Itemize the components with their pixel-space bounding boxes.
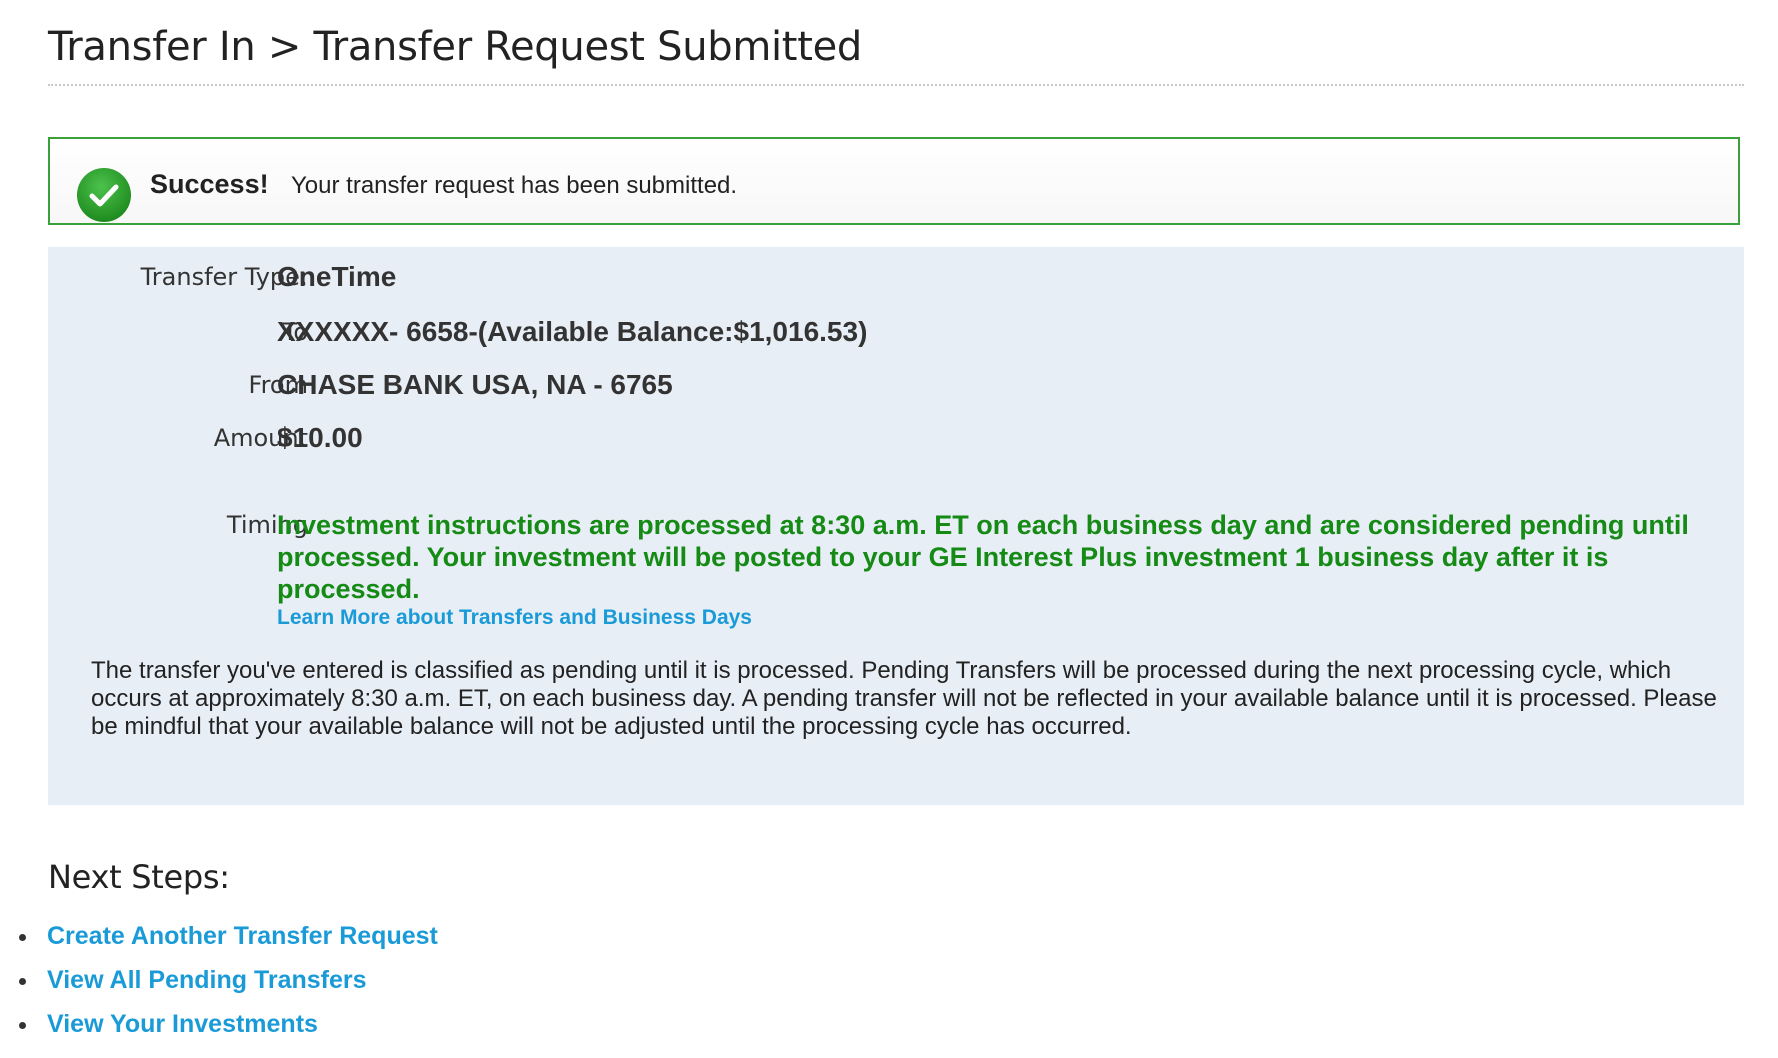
- title-divider: [48, 84, 1744, 86]
- create-transfer-link[interactable]: Create Another Transfer Request: [47, 922, 438, 951]
- from-account-value: CHASE BANK USA, NA - 6765: [277, 369, 673, 400]
- timing-value: Investment instructions are processed at…: [277, 510, 1689, 604]
- page-title: Transfer In > Transfer Request Submitted: [48, 24, 862, 70]
- view-investments-link[interactable]: View Your Investments: [47, 1010, 318, 1039]
- amount-value: $10.00: [277, 422, 363, 453]
- to-account-value: XXXXXX- 6658-(Available Balance:$1,016.5…: [277, 316, 868, 347]
- check-circle-icon: [77, 168, 131, 222]
- bullet-icon: [19, 1022, 26, 1029]
- transfer-details-panel: Transfer Type: OneTime To XXXXXX- 6658-(…: [48, 247, 1744, 805]
- success-title: Success!: [150, 169, 269, 199]
- bullet-icon: [19, 934, 26, 941]
- bullet-icon: [19, 978, 26, 985]
- success-banner: Success! Your transfer request has been …: [48, 137, 1740, 225]
- pending-transfer-note: The transfer you've entered is classifie…: [91, 657, 1717, 740]
- view-pending-transfers-link[interactable]: View All Pending Transfers: [47, 966, 367, 995]
- transfer-type-value: OneTime: [277, 261, 397, 292]
- next-steps-heading: Next Steps:: [48, 858, 230, 896]
- learn-more-link[interactable]: Learn More about Transfers and Business …: [277, 606, 752, 630]
- success-message: Your transfer request has been submitted…: [291, 172, 738, 199]
